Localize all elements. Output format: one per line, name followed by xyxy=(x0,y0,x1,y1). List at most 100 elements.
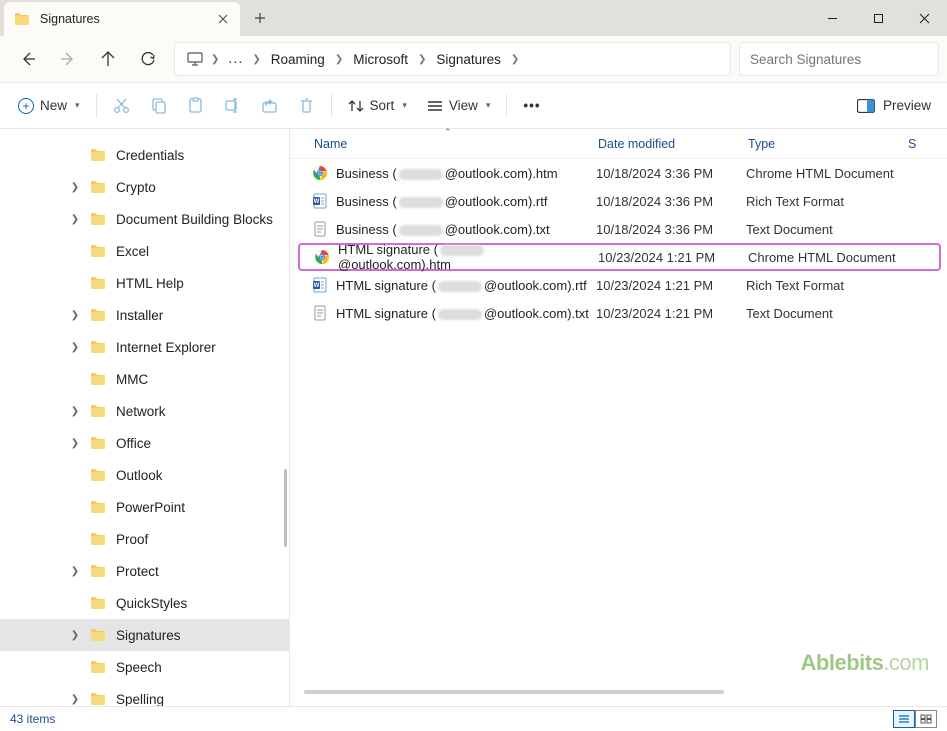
tree-item-credentials[interactable]: Credentials xyxy=(0,139,289,171)
file-date: 10/23/2024 1:21 PM xyxy=(598,250,748,265)
navigation-tree[interactable]: Credentials ❯ Crypto ❯Document Building Blo… xyxy=(0,129,290,706)
column-header-size[interactable]: S xyxy=(908,137,947,151)
chrome-file-icon xyxy=(314,249,330,265)
new-tab-button[interactable] xyxy=(254,12,266,24)
tree-item-signatures[interactable]: ❯Signatures xyxy=(0,619,289,651)
tree-item-crypto[interactable]: ❯ Crypto xyxy=(0,171,289,203)
folder-icon xyxy=(90,596,106,610)
back-button[interactable] xyxy=(8,43,48,75)
forward-button[interactable] xyxy=(48,43,88,75)
tree-item-label: Crypto xyxy=(116,180,156,195)
expand-icon[interactable]: ❯ xyxy=(68,406,82,417)
cut-button[interactable] xyxy=(103,88,140,124)
file-name: HTML signature (@outlook.com).rtf xyxy=(336,278,587,293)
tree-item-speech[interactable]: Speech xyxy=(0,651,289,683)
delete-button[interactable] xyxy=(288,88,325,124)
refresh-button[interactable] xyxy=(128,43,168,75)
expand-icon[interactable]: ❯ xyxy=(68,566,82,577)
tree-item-document-building-blocks[interactable]: ❯Document Building Blocks xyxy=(0,203,289,235)
folder-icon xyxy=(90,212,106,226)
window-tab[interactable]: Signatures xyxy=(4,2,240,36)
tree-item-office[interactable]: ❯Office xyxy=(0,427,289,459)
preview-label: Preview xyxy=(883,98,931,113)
tree-item-outlook[interactable]: Outlook xyxy=(0,459,289,491)
tree-item-excel[interactable]: Excel xyxy=(0,235,289,267)
search-input[interactable] xyxy=(750,52,928,67)
expand-icon[interactable]: ❯ xyxy=(68,630,82,641)
breadcrumb-item[interactable]: Signatures xyxy=(428,48,509,71)
separator xyxy=(331,94,332,118)
search-box[interactable] xyxy=(739,42,939,76)
minimize-button[interactable] xyxy=(809,0,855,36)
separator xyxy=(96,94,97,118)
tree-item-installer[interactable]: ❯Installer xyxy=(0,299,289,331)
paste-button[interactable] xyxy=(177,88,214,124)
copy-button[interactable] xyxy=(140,88,177,124)
folder-icon xyxy=(90,564,106,578)
tree-item-quickstyles[interactable]: QuickStyles xyxy=(0,587,289,619)
titlebar: Signatures xyxy=(0,0,947,36)
vertical-scrollbar[interactable] xyxy=(284,469,287,547)
up-button[interactable] xyxy=(88,43,128,75)
folder-icon xyxy=(90,308,106,322)
expand-icon[interactable]: ❯ xyxy=(68,182,82,193)
tree-item-proof[interactable]: Proof xyxy=(0,523,289,555)
expand-icon[interactable]: ❯ xyxy=(68,342,82,353)
column-header-name[interactable]: Name xyxy=(304,137,598,151)
sort-button[interactable]: Sort ▾ xyxy=(338,88,417,124)
maximize-button[interactable] xyxy=(855,0,901,36)
tab-title: Signatures xyxy=(40,12,218,26)
file-row[interactable]: Business (@outlook.com).htm10/18/2024 3:… xyxy=(298,159,941,187)
column-header-date[interactable]: Date modified xyxy=(598,137,748,151)
folder-icon xyxy=(90,660,106,674)
tree-item-html-help[interactable]: HTML Help xyxy=(0,267,289,299)
file-row[interactable]: HTML signature (@outlook.com).txt10/23/2… xyxy=(298,299,941,327)
view-button[interactable]: View ▾ xyxy=(417,88,501,124)
address-bar[interactable]: ❯ … ❯ Roaming ❯ Microsoft ❯ Signatures ❯ xyxy=(174,42,731,76)
chevron-right-icon[interactable]: ❯ xyxy=(211,54,219,65)
details-view-toggle[interactable] xyxy=(893,710,915,728)
folder-icon xyxy=(90,340,106,354)
chevron-right-icon[interactable]: ❯ xyxy=(335,54,343,65)
file-type: Chrome HTML Document xyxy=(748,250,928,265)
file-date: 10/23/2024 1:21 PM xyxy=(596,306,746,321)
expand-icon[interactable]: ❯ xyxy=(68,694,82,705)
status-bar: 43 items xyxy=(0,706,947,731)
file-row[interactable]: HTML signature (@outlook.com).rtf10/23/2… xyxy=(298,271,941,299)
horizontal-scrollbar[interactable] xyxy=(304,690,933,700)
preview-button[interactable]: Preview xyxy=(849,98,939,113)
column-headers[interactable]: Name Date modified Type S xyxy=(290,129,947,159)
chevron-right-icon[interactable]: ❯ xyxy=(511,54,519,65)
thumbnails-view-toggle[interactable] xyxy=(915,710,937,728)
close-tab-icon[interactable] xyxy=(218,14,228,24)
breadcrumb-item[interactable]: Microsoft xyxy=(345,48,416,71)
folder-icon xyxy=(90,532,106,546)
rename-button[interactable] xyxy=(214,88,251,124)
tree-item-internet-explorer[interactable]: ❯Internet Explorer xyxy=(0,331,289,363)
file-type: Chrome HTML Document xyxy=(746,166,926,181)
tree-item-powerpoint[interactable]: PowerPoint xyxy=(0,491,289,523)
chevron-right-icon[interactable]: ❯ xyxy=(418,54,426,65)
file-row[interactable]: HTML signature (@outlook.com).htm10/23/2… xyxy=(298,243,941,271)
tree-item-label: Outlook xyxy=(116,468,163,483)
tree-item-protect[interactable]: ❯Protect xyxy=(0,555,289,587)
tree-item-network[interactable]: ❯Network xyxy=(0,395,289,427)
breadcrumb-overflow[interactable]: … xyxy=(227,50,244,68)
share-button[interactable] xyxy=(251,88,288,124)
column-header-type[interactable]: Type xyxy=(748,137,908,151)
more-button[interactable]: ••• xyxy=(513,88,550,124)
file-row[interactable]: Business (@outlook.com).txt10/18/2024 3:… xyxy=(298,215,941,243)
tree-item-spelling[interactable]: ❯Spelling xyxy=(0,683,289,706)
expand-icon[interactable]: ❯ xyxy=(68,214,82,225)
chevron-right-icon[interactable]: ❯ xyxy=(252,54,260,65)
breadcrumb-item[interactable]: Roaming xyxy=(263,48,333,71)
file-type: Rich Text Format xyxy=(746,278,926,293)
expand-icon[interactable]: ❯ xyxy=(68,438,82,449)
file-row[interactable]: Business (@outlook.com).rtf10/18/2024 3:… xyxy=(298,187,941,215)
view-icon xyxy=(427,100,443,112)
folder-icon xyxy=(90,500,106,514)
expand-icon[interactable]: ❯ xyxy=(68,310,82,321)
tree-item-mmc[interactable]: MMC xyxy=(0,363,289,395)
new-button[interactable]: + New ▾ xyxy=(8,88,90,124)
close-window-button[interactable] xyxy=(901,0,947,36)
